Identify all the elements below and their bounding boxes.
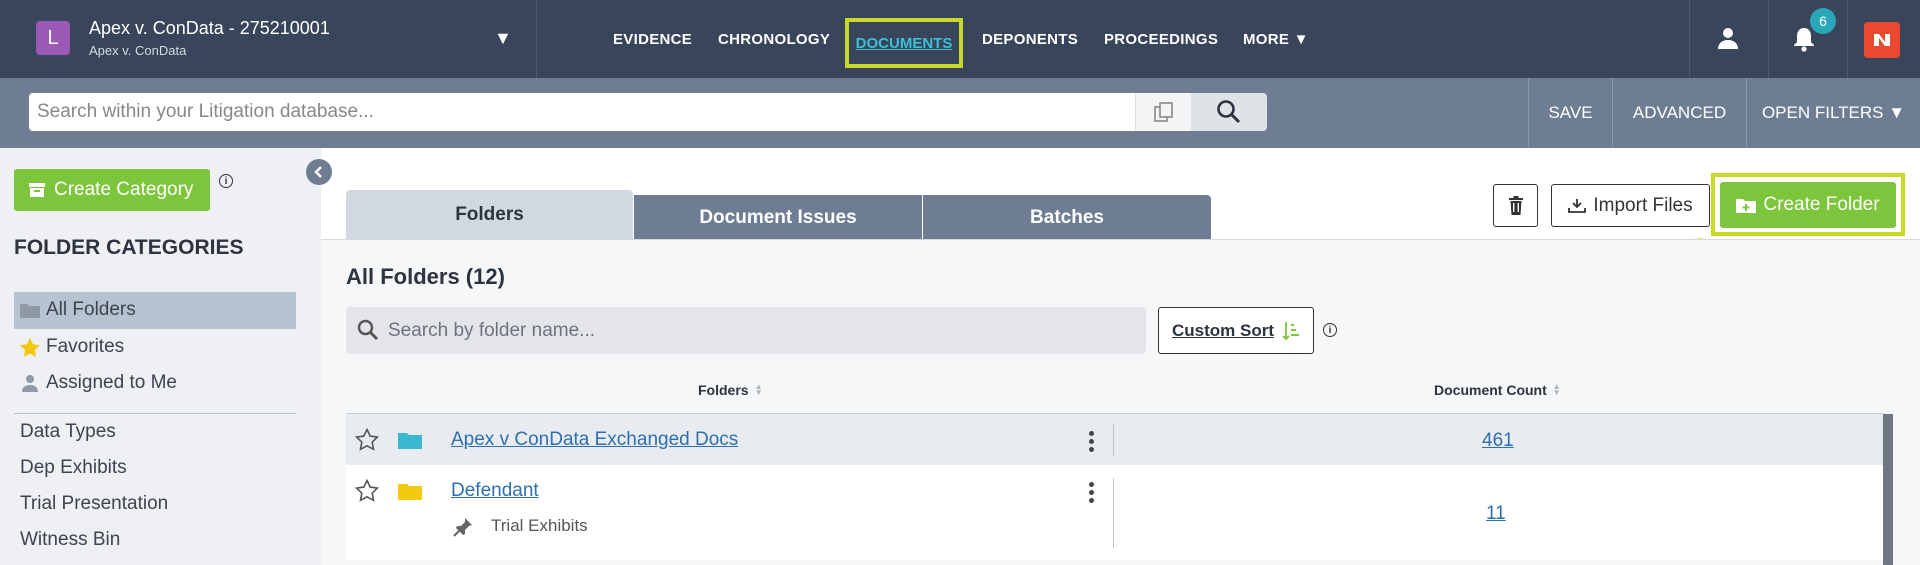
create-category-label: Create Category	[54, 179, 194, 200]
star-icon	[20, 337, 40, 357]
sort-arrows-icon: ▲ ▼	[754, 382, 763, 397]
sidebar-category-item[interactable]: Witness Bin	[20, 526, 120, 554]
save-search-button[interactable]: SAVE	[1529, 78, 1612, 148]
trash-icon	[1508, 196, 1523, 215]
folder-plus-icon	[1736, 199, 1757, 213]
folder-icon	[398, 484, 422, 500]
nav-deponents[interactable]: DEPONENTS	[982, 0, 1078, 78]
create-folder-label: Create Folder	[1763, 194, 1880, 215]
collapse-sidebar-button[interactable]	[306, 159, 332, 185]
create-category-button[interactable]: Create Category	[14, 169, 210, 211]
more-options-icon[interactable]	[1088, 482, 1094, 503]
folder-link[interactable]: Defendant	[451, 480, 539, 502]
case-avatar[interactable]: L	[36, 21, 70, 55]
star-outline-icon[interactable]	[355, 479, 379, 502]
nav-chronology[interactable]: CHRONOLOGY	[718, 0, 830, 78]
divider	[14, 413, 296, 414]
sort-ascending-icon	[1282, 321, 1299, 340]
search-button[interactable]	[1191, 93, 1267, 131]
import-files-label: Import Files	[1593, 194, 1693, 216]
sidebar-item-all-folders[interactable]: All Folders	[20, 296, 136, 324]
folder-icon	[20, 304, 40, 318]
table-row[interactable]	[346, 465, 1883, 560]
more-options-icon[interactable]	[1088, 431, 1094, 452]
tab-folders[interactable]: Folders	[346, 190, 633, 240]
column-header-label: Folders	[698, 382, 749, 398]
create-folder-button[interactable]: Create Folder	[1720, 182, 1896, 228]
star-outline-icon[interactable]	[355, 428, 379, 451]
sidebar-item-favorites[interactable]: Favorites	[20, 333, 124, 361]
search-icon	[357, 319, 378, 340]
case-subtitle: Apex v. ConData	[89, 43, 187, 58]
custom-sort-label: Custom Sort	[1172, 320, 1274, 340]
sidebar-category-item[interactable]: Dep Exhibits	[20, 454, 127, 482]
info-icon[interactable]: i	[219, 174, 233, 188]
sort-arrows-icon: ▲ ▼	[1552, 382, 1561, 397]
nav-more[interactable]: MORE ▼	[1243, 0, 1309, 78]
case-title[interactable]: Apex v. ConData - 275210001	[89, 18, 330, 39]
divider	[1113, 424, 1114, 456]
column-header-folders[interactable]: Folders ▲ ▼	[698, 382, 763, 398]
tab-batches[interactable]: Batches	[923, 195, 1211, 240]
page-title: All Folders (12)	[346, 264, 505, 289]
global-search-input[interactable]	[29, 93, 1135, 131]
column-header-document-count[interactable]: Document Count ▲ ▼	[1434, 382, 1561, 398]
chevron-left-icon	[314, 166, 322, 178]
divider	[1847, 0, 1848, 78]
copy-icon[interactable]	[1135, 93, 1191, 131]
divider	[1113, 478, 1114, 548]
archive-icon	[29, 183, 45, 197]
subfolder-item[interactable]: Trial Exhibits	[491, 516, 588, 536]
tab-document-issues[interactable]: Document Issues	[634, 195, 922, 240]
notification-count-badge: 6	[1810, 8, 1836, 34]
custom-sort-button[interactable]: Custom Sort	[1158, 307, 1314, 354]
upload-icon	[1568, 198, 1587, 213]
column-header-label: Document Count	[1434, 382, 1547, 398]
sidebar-item-assigned-to-me[interactable]: Assigned to Me	[20, 369, 177, 397]
nav-documents-label[interactable]: DOCUMENTS	[856, 35, 953, 52]
sidebar-item-label: Favorites	[46, 336, 125, 357]
sidebar-item-label: Assigned to Me	[46, 372, 177, 393]
divider	[536, 0, 537, 78]
folder-search-input[interactable]	[346, 307, 1146, 354]
brand-logo-icon[interactable]	[1864, 22, 1900, 58]
sidebar-category-item[interactable]: Trial Presentation	[20, 490, 168, 518]
nav-evidence[interactable]: EVIDENCE	[613, 0, 692, 78]
search-icon	[1217, 100, 1241, 124]
import-files-button[interactable]: Import Files	[1551, 184, 1710, 227]
document-count-link[interactable]: 461	[1482, 430, 1514, 452]
pin-icon	[453, 518, 472, 537]
info-icon[interactable]: i	[1323, 323, 1337, 337]
table-scrollbar[interactable]	[1883, 414, 1893, 565]
person-icon	[22, 375, 38, 392]
folder-categories-heading: FOLDER CATEGORIES	[14, 236, 244, 259]
open-filters-button[interactable]: OPEN FILTERS ▼	[1747, 78, 1920, 148]
sidebar-item-label: All Folders	[46, 299, 136, 320]
folder-link[interactable]: Apex v ConData Exchanged Docs	[451, 429, 738, 451]
nav-proceedings[interactable]: PROCEEDINGS	[1104, 0, 1218, 78]
document-count-link[interactable]: 11	[1486, 503, 1506, 525]
sidebar-category-item[interactable]: Data Types	[20, 418, 116, 446]
case-switcher-caret-icon[interactable]: ▼	[494, 28, 512, 49]
nav-documents[interactable]: DOCUMENTS	[845, 18, 963, 68]
delete-button[interactable]	[1493, 184, 1538, 227]
divider	[1689, 0, 1690, 78]
advanced-search-button[interactable]: ADVANCED	[1613, 78, 1746, 148]
user-icon[interactable]	[1714, 24, 1742, 52]
folder-icon	[398, 433, 422, 449]
divider	[1768, 0, 1769, 78]
